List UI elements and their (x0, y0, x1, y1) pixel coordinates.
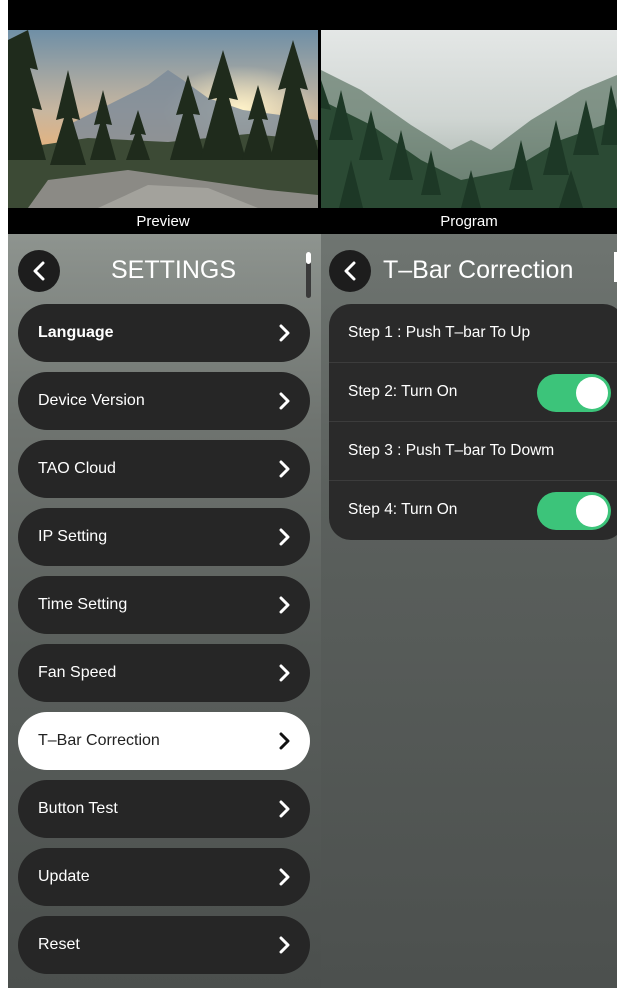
step-4-toggle[interactable] (537, 492, 611, 530)
chevron-left-icon (344, 261, 356, 281)
chevron-right-icon (279, 460, 290, 478)
menu-item-label: Device Version (38, 392, 145, 409)
program-image (321, 30, 617, 208)
device-screen: Preview Program SETTINGS Language Device… (8, 0, 617, 988)
menu-item-label: Time Setting (38, 596, 128, 613)
preview-image (8, 30, 318, 208)
chevron-right-icon (279, 732, 290, 750)
program-monitor: Program (321, 30, 617, 234)
chevron-right-icon (279, 528, 290, 546)
menu-item-ip-setting[interactable]: IP Setting (18, 508, 310, 566)
chevron-right-icon (279, 392, 290, 410)
step-label: Step 1 : Push T–bar To Up (348, 324, 531, 341)
menu-item-fan-speed[interactable]: Fan Speed (18, 644, 310, 702)
step-row: Step 3 : Push T–bar To Dowm (329, 421, 617, 480)
chevron-right-icon (279, 324, 290, 342)
menu-item-label: T–Bar Correction (38, 732, 160, 749)
menu-item-t-bar-correction[interactable]: T–Bar Correction (18, 712, 310, 770)
step-row: Step 4: Turn On (329, 480, 617, 539)
preview-label: Preview (136, 213, 190, 230)
menu-item-label: Update (38, 868, 90, 885)
menu-item-label: Button Test (38, 800, 118, 817)
menu-item-time-setting[interactable]: Time Setting (18, 576, 310, 634)
menu-item-button-test[interactable]: Button Test (18, 780, 310, 838)
settings-title: SETTINGS (111, 256, 237, 284)
chevron-right-icon (279, 664, 290, 682)
menu-item-update[interactable]: Update (18, 848, 310, 906)
menu-item-label: Fan Speed (38, 664, 117, 681)
preview-monitor: Preview (8, 30, 318, 234)
step-label: Step 3 : Push T–bar To Dowm (348, 442, 555, 459)
monitor-row: Preview Program (8, 30, 617, 234)
chevron-right-icon (279, 596, 290, 614)
step-row: Step 1 : Push T–bar To Up (329, 304, 617, 362)
menu-item-language[interactable]: Language (18, 304, 310, 362)
step-label: Step 4: Turn On (348, 501, 458, 518)
tbar-back-button[interactable] (329, 250, 371, 292)
toggle-knob (576, 495, 608, 527)
step-2-toggle[interactable] (537, 374, 611, 412)
menu-item-tao-cloud[interactable]: TAO Cloud (18, 440, 310, 498)
chevron-right-icon (279, 868, 290, 886)
menu-item-reset[interactable]: Reset (18, 916, 310, 974)
settings-scrollbar-thumb[interactable] (306, 252, 311, 264)
menu-item-device-version[interactable]: Device Version (18, 372, 310, 430)
chevron-right-icon (279, 936, 290, 954)
program-label: Program (440, 213, 498, 230)
toggle-knob (576, 377, 608, 409)
menu-item-label: Language (38, 324, 114, 341)
tbar-title: T–Bar Correction (383, 256, 574, 284)
menu-item-label: Reset (38, 936, 80, 953)
chevron-left-icon (33, 261, 45, 281)
chevron-right-icon (279, 800, 290, 818)
menu-item-label: TAO Cloud (38, 460, 116, 477)
step-row: Step 2: Turn On (329, 362, 617, 421)
tbar-steps-card: Step 1 : Push T–bar To Up Step 2: Turn O… (329, 304, 617, 540)
settings-area: SETTINGS Language Device Version TAO Clo… (8, 234, 617, 988)
menu-item-label: IP Setting (38, 528, 108, 545)
step-label: Step 2: Turn On (348, 383, 458, 400)
settings-back-button[interactable] (18, 250, 60, 292)
